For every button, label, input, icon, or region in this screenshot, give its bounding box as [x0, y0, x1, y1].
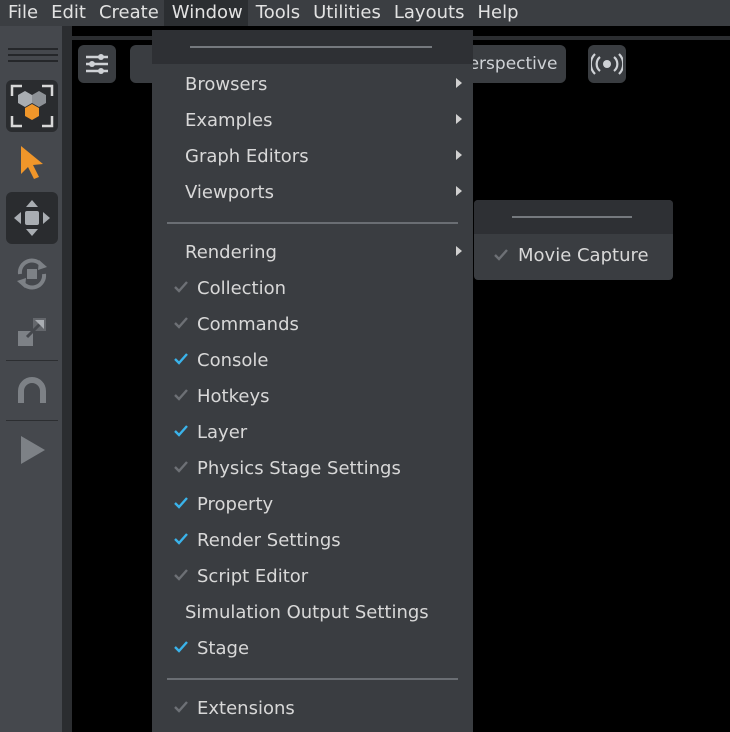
check-icon — [174, 389, 188, 401]
broadcast-icon — [591, 53, 623, 75]
check-icon — [174, 461, 188, 473]
check-icon-active — [174, 353, 188, 365]
live-sync-button[interactable] — [588, 45, 626, 83]
menu-item-label: Collection — [197, 277, 287, 299]
menu-bar: File Edit Create Window Tools Utilities … — [0, 0, 730, 26]
check-icon — [494, 249, 508, 261]
camera-label: erspective — [468, 54, 558, 74]
menu-item-label: Rendering — [185, 241, 277, 263]
menu-item-hotkeys[interactable]: Hotkeys — [152, 378, 473, 414]
menu-item-label: Examples — [185, 109, 273, 131]
menu-separator — [167, 222, 458, 224]
select-mode-button[interactable] — [6, 80, 58, 132]
menu-item-label: Physics Stage Settings — [197, 457, 401, 479]
menu-item-label: Graph Editors — [185, 145, 309, 167]
menu-item-property[interactable]: Property — [152, 486, 473, 522]
menu-item-label: Commands — [197, 313, 299, 335]
submenu-tear-off[interactable] — [474, 200, 673, 234]
cursor-arrow-icon — [21, 146, 43, 179]
rotate-tool-button[interactable] — [6, 248, 58, 300]
check-icon — [174, 701, 188, 713]
toolbar-separator — [6, 360, 58, 361]
menu-edit[interactable]: Edit — [43, 0, 91, 26]
submenu-arrow-icon — [456, 114, 462, 124]
menu-item-label: Layer — [197, 421, 248, 443]
menu-file[interactable]: File — [0, 0, 43, 26]
menu-item-label: Simulation Output Settings — [185, 601, 429, 623]
submenu-item-label: Movie Capture — [518, 245, 649, 266]
move-arrows-icon — [14, 200, 50, 236]
menu-layouts[interactable]: Layouts — [386, 0, 470, 26]
check-icon-active — [174, 425, 188, 437]
submenu-arrow-icon — [456, 246, 462, 256]
scale-icon — [18, 318, 46, 346]
menu-item-label: Stage — [197, 637, 250, 659]
menu-item-stage[interactable]: Stage — [152, 630, 473, 666]
check-icon-active — [174, 641, 188, 653]
check-icon — [174, 569, 188, 581]
menu-item-extensions[interactable]: Extensions — [152, 690, 473, 726]
submenu-arrow-icon — [456, 150, 462, 160]
menu-create[interactable]: Create — [91, 0, 164, 26]
toolbar-edge — [62, 26, 72, 732]
menu-item-examples[interactable]: Examples — [152, 102, 473, 138]
toolbar-grip[interactable] — [8, 54, 58, 56]
menu-item-label: Viewports — [185, 181, 274, 203]
menu-tear-off[interactable] — [152, 30, 473, 64]
move-tool-button[interactable] — [6, 192, 58, 244]
window-menu: Browsers Examples Graph Editors Viewports Re… — [152, 30, 473, 732]
menu-item-label: Extensions — [197, 697, 295, 719]
scale-tool-button[interactable] — [6, 306, 58, 358]
menu-item-physics-stage-settings[interactable]: Physics Stage Settings — [152, 450, 473, 486]
left-toolbar — [0, 26, 62, 732]
menu-item-script-editor[interactable]: Script Editor — [152, 558, 473, 594]
menu-item-viewports[interactable]: Viewports — [152, 174, 473, 210]
menu-item-layer[interactable]: Layer — [152, 414, 473, 450]
menu-separator — [167, 678, 458, 680]
viewport-settings-button[interactable] — [78, 45, 116, 83]
rendering-submenu: Movie Capture — [474, 200, 673, 280]
toolbar-grip[interactable] — [8, 60, 58, 62]
check-icon-active — [174, 533, 188, 545]
magnet-icon — [18, 377, 46, 403]
check-icon — [174, 281, 188, 293]
menu-item-browsers[interactable]: Browsers — [152, 66, 473, 102]
select-tool-button[interactable] — [6, 136, 58, 188]
submenu-item-movie-capture[interactable]: Movie Capture — [474, 238, 673, 274]
menu-item-collection[interactable]: Collection — [152, 270, 473, 306]
menu-tools[interactable]: Tools — [248, 0, 305, 26]
menu-item-graph-editors[interactable]: Graph Editors — [152, 138, 473, 174]
prim-select-icon — [10, 84, 54, 128]
menu-window[interactable]: Window — [163, 0, 248, 26]
menu-item-label: Script Editor — [197, 565, 309, 587]
menu-item-label: Hotkeys — [197, 385, 270, 407]
menu-item-commands[interactable]: Commands — [152, 306, 473, 342]
snap-button[interactable] — [6, 366, 58, 418]
menu-utilities[interactable]: Utilities — [305, 0, 386, 26]
menu-item-label: Console — [197, 349, 269, 371]
menu-item-render-settings[interactable]: Render Settings — [152, 522, 473, 558]
menu-help[interactable]: Help — [469, 0, 523, 26]
camera-button[interactable]: erspective — [460, 45, 566, 83]
toolbar-grip[interactable] — [8, 48, 58, 50]
check-icon — [174, 317, 188, 329]
submenu-arrow-icon — [456, 78, 462, 88]
menu-item-rendering[interactable]: Rendering — [152, 234, 473, 270]
menu-item-label: Render Settings — [197, 529, 341, 551]
sliders-icon — [86, 54, 108, 74]
play-button[interactable] — [6, 424, 58, 476]
submenu-arrow-icon — [456, 186, 462, 196]
menu-item-label: Property — [197, 493, 274, 515]
menu-item-label: Browsers — [185, 73, 268, 95]
play-icon — [21, 436, 45, 464]
rotate-icon — [17, 258, 47, 290]
menu-item-simulation-output-settings[interactable]: Simulation Output Settings — [152, 594, 473, 630]
check-icon-active — [174, 497, 188, 509]
menu-item-console[interactable]: Console — [152, 342, 473, 378]
toolbar-separator — [6, 420, 58, 421]
